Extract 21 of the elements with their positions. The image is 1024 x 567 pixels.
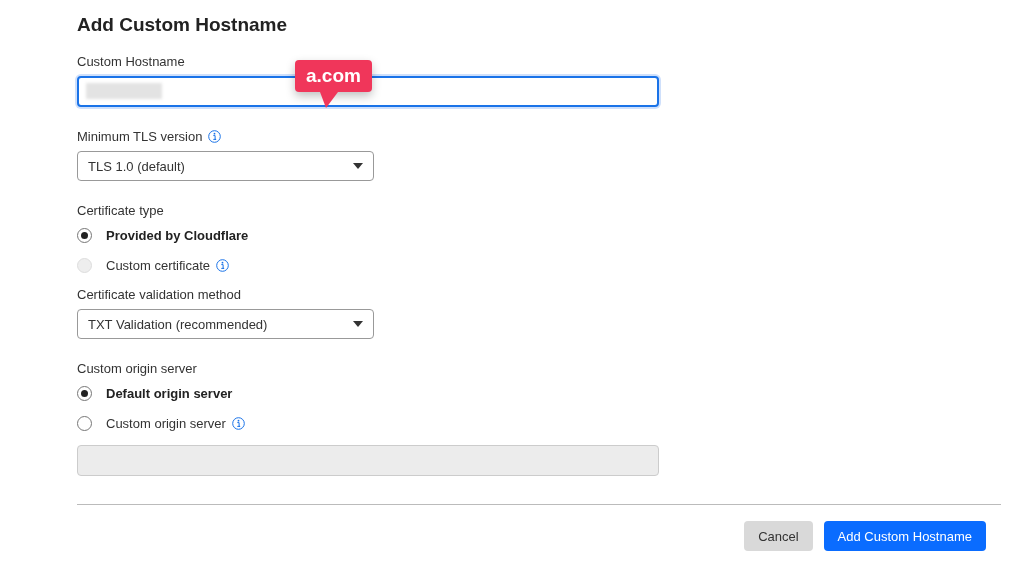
cancel-button[interactable]: Cancel	[744, 521, 813, 551]
field-label: Custom Hostname	[77, 54, 185, 70]
field-label: Certificate validation method	[77, 287, 242, 303]
info-icon[interactable]	[208, 130, 222, 143]
dialog-title: Add Custom Hostname	[77, 14, 289, 36]
select-dropdown[interactable]: TLS 1.0 (default)	[77, 151, 374, 181]
field-label: Custom origin server	[77, 361, 197, 377]
radio-label[interactable]: Custom origin server	[106, 415, 226, 431]
field-label: Minimum TLS version	[77, 129, 203, 144]
radio-button[interactable]	[77, 385, 92, 401]
select-dropdown[interactable]: TXT Validation (recommended)	[77, 309, 374, 339]
radio-label[interactable]: Provided by Cloudflare	[106, 227, 249, 243]
callout-label: a.com	[295, 60, 372, 108]
field-label: Certificate type	[77, 203, 164, 219]
caret-icon	[353, 163, 363, 169]
caret-icon	[353, 321, 363, 327]
submit-button[interactable]: Add Custom Hostname	[823, 521, 986, 551]
radio-label[interactable]: Default origin server	[106, 385, 233, 401]
radio-button[interactable]	[77, 227, 92, 243]
radio-button[interactable]	[77, 415, 92, 431]
info-icon[interactable]	[231, 416, 245, 430]
